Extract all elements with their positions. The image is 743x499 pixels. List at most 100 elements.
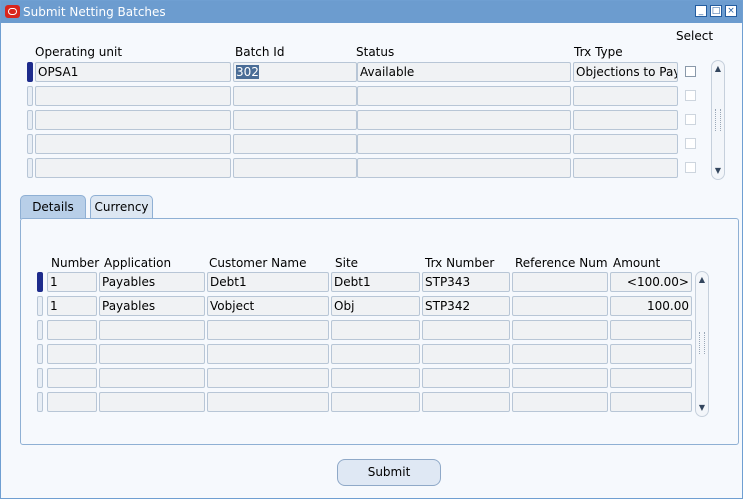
maximize-icon[interactable]: □ xyxy=(710,5,722,17)
trx-type-field[interactable] xyxy=(573,158,678,178)
operating-unit-field[interactable] xyxy=(35,134,231,154)
close-icon[interactable]: × xyxy=(725,5,737,17)
batch-id-field[interactable] xyxy=(233,110,357,130)
number-field[interactable] xyxy=(47,344,97,364)
operating-unit-field[interactable]: OPSA1 xyxy=(35,62,231,82)
scroll-up-icon[interactable]: ▲ xyxy=(698,276,706,284)
row-indicator[interactable] xyxy=(37,368,43,388)
batch-id-field[interactable]: 302 xyxy=(233,62,357,82)
row-indicator[interactable] xyxy=(27,158,33,178)
trx-type-value: Objections to Pay xyxy=(576,65,678,79)
amount-field[interactable] xyxy=(610,344,692,364)
reference-num-field[interactable] xyxy=(512,392,608,412)
amount-field[interactable] xyxy=(610,320,692,340)
application-field[interactable]: Payables xyxy=(99,296,205,316)
application-field[interactable] xyxy=(99,320,205,340)
site-field[interactable] xyxy=(331,392,420,412)
select-checkbox[interactable] xyxy=(685,114,696,125)
customer-name-field[interactable] xyxy=(207,392,329,412)
reference-num-field[interactable] xyxy=(512,272,608,292)
operating-unit-field[interactable] xyxy=(35,110,231,130)
amount-header: Amount xyxy=(613,256,661,270)
application-field[interactable]: Payables xyxy=(99,272,205,292)
scroll-thumb[interactable] xyxy=(715,109,721,131)
minimize-icon[interactable]: _ xyxy=(695,5,707,17)
application-field[interactable] xyxy=(99,368,205,388)
trx-number-field[interactable] xyxy=(422,344,510,364)
application-field[interactable] xyxy=(99,392,205,412)
row-indicator[interactable] xyxy=(27,110,33,130)
amount-field[interactable]: <100.00> xyxy=(610,272,692,292)
scroll-down-icon[interactable]: ▼ xyxy=(714,167,722,175)
trx-number-field[interactable] xyxy=(422,368,510,388)
application-field[interactable] xyxy=(99,344,205,364)
status-field[interactable]: Available xyxy=(357,62,571,82)
site-field[interactable] xyxy=(331,320,420,340)
trx-type-header: Trx Type xyxy=(574,45,623,59)
reference-num-field[interactable] xyxy=(512,368,608,388)
select-checkbox[interactable] xyxy=(685,162,696,173)
reference-num-header: Reference Num xyxy=(515,256,608,270)
batches-scrollbar[interactable]: ▲ ▼ xyxy=(711,60,725,180)
row-indicator[interactable] xyxy=(37,392,43,412)
row-indicator[interactable] xyxy=(27,134,33,154)
amount-field[interactable]: 100.00 xyxy=(610,296,692,316)
details-scrollbar[interactable]: ▲ ▼ xyxy=(695,271,709,417)
trx-type-field[interactable]: Objections to Pay xyxy=(573,62,678,82)
customer-name-field[interactable]: Vobject xyxy=(207,296,329,316)
site-field[interactable]: Debt1 xyxy=(331,272,420,292)
number-field[interactable] xyxy=(47,392,97,412)
trx-number-field[interactable]: STP343 xyxy=(422,272,510,292)
status-field[interactable] xyxy=(357,110,571,130)
amount-field[interactable] xyxy=(610,368,692,388)
status-field[interactable] xyxy=(357,158,571,178)
site-field[interactable] xyxy=(331,368,420,388)
tab-currency[interactable]: Currency xyxy=(90,195,153,219)
row-indicator[interactable] xyxy=(27,62,33,82)
customer-name-field[interactable] xyxy=(207,320,329,340)
batch-id-field[interactable] xyxy=(233,158,357,178)
operating-unit-field[interactable] xyxy=(35,86,231,106)
tab-details[interactable]: Details xyxy=(20,195,86,219)
status-header: Status xyxy=(356,45,395,59)
row-indicator[interactable] xyxy=(27,86,33,106)
customer-name-field[interactable] xyxy=(207,344,329,364)
number-field[interactable] xyxy=(47,320,97,340)
reference-num-field[interactable] xyxy=(512,296,608,316)
customer-name-field[interactable] xyxy=(207,368,329,388)
row-indicator[interactable] xyxy=(37,272,43,292)
trx-number-field[interactable]: STP342 xyxy=(422,296,510,316)
site-field[interactable] xyxy=(331,344,420,364)
title-bar: Submit Netting Batches _ □ × xyxy=(1,1,742,23)
number-field[interactable] xyxy=(47,368,97,388)
batch-id-field[interactable] xyxy=(233,86,357,106)
scroll-down-icon[interactable]: ▼ xyxy=(698,404,706,412)
number-field[interactable]: 1 xyxy=(47,296,97,316)
batch-id-value: 302 xyxy=(236,65,259,79)
trx-number-field[interactable] xyxy=(422,320,510,340)
select-checkbox[interactable] xyxy=(685,138,696,149)
customer-name-field[interactable]: Debt1 xyxy=(207,272,329,292)
trx-type-field[interactable] xyxy=(573,86,678,106)
batch-id-field[interactable] xyxy=(233,134,357,154)
trx-type-field[interactable] xyxy=(573,110,678,130)
scroll-up-icon[interactable]: ▲ xyxy=(714,65,722,73)
trx-type-field[interactable] xyxy=(573,134,678,154)
submit-button[interactable]: Submit xyxy=(337,459,441,486)
row-indicator[interactable] xyxy=(37,344,43,364)
row-indicator[interactable] xyxy=(37,296,43,316)
operating-unit-field[interactable] xyxy=(35,158,231,178)
number-field[interactable]: 1 xyxy=(47,272,97,292)
reference-num-field[interactable] xyxy=(512,320,608,340)
trx-number-field[interactable] xyxy=(422,392,510,412)
scroll-thumb[interactable] xyxy=(699,332,705,354)
select-checkbox[interactable] xyxy=(685,66,696,77)
status-field[interactable] xyxy=(357,134,571,154)
site-header: Site xyxy=(335,256,359,270)
site-field[interactable]: Obj xyxy=(331,296,420,316)
amount-field[interactable] xyxy=(610,392,692,412)
reference-num-field[interactable] xyxy=(512,344,608,364)
select-checkbox[interactable] xyxy=(685,90,696,101)
row-indicator[interactable] xyxy=(37,320,43,340)
status-field[interactable] xyxy=(357,86,571,106)
